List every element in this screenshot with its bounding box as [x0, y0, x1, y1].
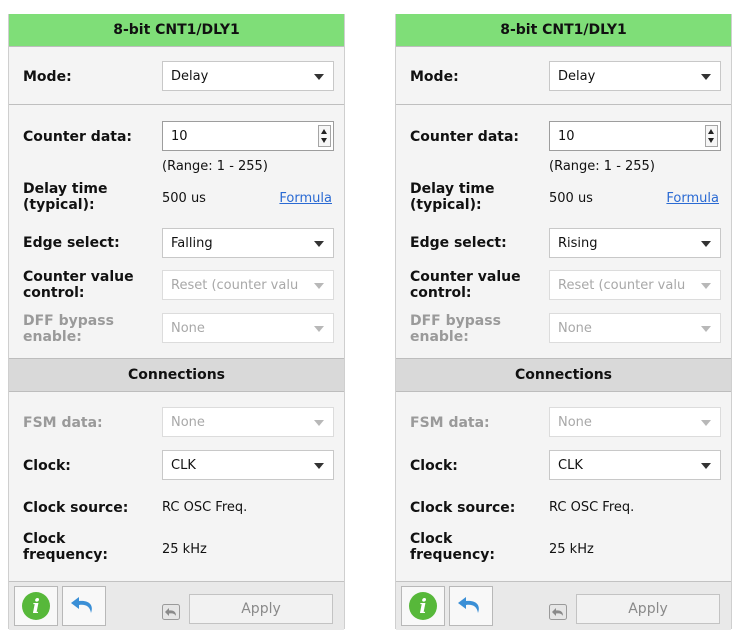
- counter-value-control-value: Reset (counter valu: [558, 277, 686, 293]
- range-text: (Range: 1 - 255): [162, 159, 268, 174]
- spin-up-icon[interactable]: [321, 129, 327, 134]
- counter-value-control-label: Counter value control:: [23, 269, 134, 301]
- mode-label: Mode:: [410, 69, 459, 85]
- info-button[interactable]: i: [14, 586, 58, 626]
- spin-buttons[interactable]: [705, 125, 718, 147]
- delay-time-value: 500 us: [549, 191, 593, 206]
- dff-bypass-label: DFF bypass enable:: [410, 313, 501, 345]
- clock-frequency-value: 25 kHz: [549, 542, 594, 557]
- counter-value-control-dropdown: Reset (counter valu: [549, 270, 721, 300]
- dff-bypass-dropdown: None: [162, 313, 334, 343]
- properties-panel-right: 8-bit CNT1/DLY1 Mode: Delay Counter data…: [395, 14, 732, 630]
- undo-button[interactable]: [449, 586, 493, 626]
- clock-value: CLK: [558, 457, 583, 473]
- spin-down-icon[interactable]: [708, 138, 714, 143]
- clock-label: Clock:: [410, 458, 458, 474]
- range-text: (Range: 1 - 255): [549, 159, 655, 174]
- spin-up-icon[interactable]: [708, 129, 714, 134]
- mode-value: Delay: [171, 68, 209, 84]
- clock-frequency-value: 25 kHz: [162, 542, 207, 557]
- fsm-data-label: FSM data:: [410, 415, 490, 431]
- edge-select-value: Rising: [558, 235, 598, 251]
- panel-title: 8-bit CNT1/DLY1: [9, 14, 344, 47]
- dff-bypass-value: None: [558, 320, 592, 336]
- formula-link[interactable]: Formula: [279, 191, 332, 206]
- properties-panel-left: 8-bit CNT1/DLY1 Mode: Delay Counter data…: [8, 14, 345, 630]
- info-icon: i: [409, 592, 437, 620]
- chevron-down-icon: [314, 420, 324, 426]
- clock-source-label: Clock source:: [23, 500, 129, 516]
- info-icon: i: [22, 592, 50, 620]
- undo-icon: [458, 597, 479, 613]
- clock-frequency-label: Clock frequency:: [410, 531, 495, 563]
- panel-title: 8-bit CNT1/DLY1: [396, 14, 731, 47]
- edge-select-dropdown[interactable]: Rising: [549, 228, 721, 258]
- bottom-toolbar: i Apply: [396, 581, 731, 630]
- chevron-down-icon: [314, 463, 324, 469]
- mode-dropdown[interactable]: Delay: [162, 61, 334, 91]
- chevron-down-icon: [314, 326, 324, 332]
- spin-buttons[interactable]: [318, 125, 331, 147]
- spin-down-icon[interactable]: [321, 138, 327, 143]
- mode-label: Mode:: [23, 69, 72, 85]
- clock-label: Clock:: [23, 458, 71, 474]
- clock-value: CLK: [171, 457, 196, 473]
- edge-select-label: Edge select:: [23, 235, 120, 251]
- chevron-down-icon: [701, 283, 711, 289]
- fsm-data-dropdown: None: [549, 407, 721, 437]
- formula-link[interactable]: Formula: [666, 191, 719, 206]
- clock-frequency-label: Clock frequency:: [23, 531, 108, 563]
- chevron-down-icon: [701, 241, 711, 247]
- clock-source-value: RC OSC Freq.: [549, 500, 635, 515]
- fsm-data-dropdown: None: [162, 407, 334, 437]
- fsm-data-value: None: [558, 414, 592, 430]
- chevron-down-icon: [314, 283, 324, 289]
- counter-value-control-label: Counter value control:: [410, 269, 521, 301]
- connections-header: Connections: [9, 358, 344, 392]
- edge-select-value: Falling: [171, 235, 213, 251]
- edge-select-label: Edge select:: [410, 235, 507, 251]
- chevron-down-icon: [314, 241, 324, 247]
- counter-data-spinbox[interactable]: 10: [162, 121, 334, 151]
- info-button[interactable]: i: [401, 586, 445, 626]
- counter-data-label: Counter data:: [23, 129, 132, 145]
- divider: [396, 104, 731, 105]
- counter-data-label: Counter data:: [410, 129, 519, 145]
- delay-time-label: Delay time (typical):: [410, 181, 495, 213]
- clock-source-value: RC OSC Freq.: [162, 500, 248, 515]
- dff-bypass-value: None: [171, 320, 205, 336]
- delay-time-label: Delay time (typical):: [23, 181, 108, 213]
- bottom-toolbar: i Apply: [9, 581, 344, 630]
- edge-select-dropdown[interactable]: Falling: [162, 228, 334, 258]
- small-undo-icon[interactable]: [162, 604, 180, 620]
- fsm-data-label: FSM data:: [23, 415, 103, 431]
- undo-icon: [71, 597, 92, 613]
- chevron-down-icon: [701, 420, 711, 426]
- chevron-down-icon: [701, 326, 711, 332]
- dff-bypass-dropdown: None: [549, 313, 721, 343]
- mode-dropdown[interactable]: Delay: [549, 61, 721, 91]
- chevron-down-icon: [314, 74, 324, 80]
- counter-value-control-value: Reset (counter valu: [171, 277, 299, 293]
- undo-button[interactable]: [62, 586, 106, 626]
- small-undo-icon[interactable]: [549, 604, 567, 620]
- fsm-data-value: None: [171, 414, 205, 430]
- counter-value-control-dropdown: Reset (counter valu: [162, 270, 334, 300]
- divider: [9, 104, 344, 105]
- apply-button[interactable]: Apply: [576, 594, 720, 624]
- delay-time-value: 500 us: [162, 191, 206, 206]
- connections-header: Connections: [396, 358, 731, 392]
- mode-value: Delay: [558, 68, 596, 84]
- counter-data-value: 10: [171, 128, 188, 144]
- dff-bypass-label: DFF bypass enable:: [23, 313, 114, 345]
- counter-data-value: 10: [558, 128, 575, 144]
- clock-source-label: Clock source:: [410, 500, 516, 516]
- clock-dropdown[interactable]: CLK: [549, 450, 721, 480]
- chevron-down-icon: [701, 74, 711, 80]
- chevron-down-icon: [701, 463, 711, 469]
- clock-dropdown[interactable]: CLK: [162, 450, 334, 480]
- counter-data-spinbox[interactable]: 10: [549, 121, 721, 151]
- apply-button[interactable]: Apply: [189, 594, 333, 624]
